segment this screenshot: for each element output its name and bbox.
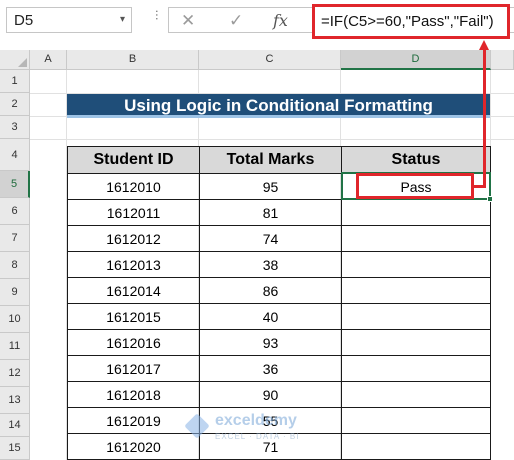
row-header-4[interactable]: 4 bbox=[0, 139, 30, 171]
table-row: 1612018 90 bbox=[67, 381, 491, 408]
fill-handle[interactable] bbox=[487, 196, 493, 202]
watermark-tagline: EXCEL · DATA · BI bbox=[215, 432, 300, 441]
watermark-name: exceldemy bbox=[215, 412, 297, 429]
cell-total-marks[interactable]: 36 bbox=[199, 355, 342, 382]
row-header-12[interactable]: 12 bbox=[0, 360, 30, 387]
cell-student-id[interactable]: 1612016 bbox=[67, 329, 200, 356]
cell-student-id[interactable]: 1612014 bbox=[67, 277, 200, 304]
insert-function-icon[interactable]: fx bbox=[273, 11, 288, 30]
cell-total-marks[interactable]: 86 bbox=[199, 277, 342, 304]
cell-student-id[interactable]: 1612015 bbox=[67, 303, 200, 330]
row-header-15[interactable]: 15 bbox=[0, 437, 30, 460]
formula-text: =IF(C5>=60,"Pass","Fail") bbox=[321, 13, 494, 30]
column-header-a[interactable]: A bbox=[30, 50, 67, 70]
cell-status[interactable] bbox=[341, 303, 491, 330]
cell-status[interactable] bbox=[341, 199, 491, 226]
row-header-1[interactable]: 1 bbox=[0, 70, 30, 93]
cell-student-id[interactable]: 1612020 bbox=[67, 433, 200, 460]
table-row: 1612010 95 Pass bbox=[67, 173, 491, 200]
formula-buttons: ✕ ✓ fx bbox=[168, 7, 308, 33]
cell-student-id[interactable]: 1612013 bbox=[67, 251, 200, 278]
table-row: 1612016 93 bbox=[67, 329, 491, 356]
cell-status[interactable]: Pass bbox=[341, 173, 491, 200]
table-row: 1612014 86 bbox=[67, 277, 491, 304]
sheet-title[interactable]: Using Logic in Conditional Formatting bbox=[67, 94, 490, 118]
column-header-c[interactable]: C bbox=[199, 50, 341, 70]
arrow-up-icon bbox=[479, 40, 489, 50]
table-row: 1612015 40 bbox=[67, 303, 491, 330]
cancel-icon[interactable]: ✕ bbox=[181, 11, 195, 31]
drag-handle-icon[interactable]: ··· bbox=[150, 9, 166, 20]
row-header-10[interactable]: 10 bbox=[0, 306, 30, 333]
header-total-marks[interactable]: Total Marks bbox=[199, 146, 342, 174]
cell-student-id[interactable]: 1612010 bbox=[67, 173, 200, 200]
annotation-arrow-line bbox=[483, 48, 486, 186]
cell-total-marks[interactable]: 95 bbox=[199, 173, 342, 200]
header-student-id[interactable]: Student ID bbox=[67, 146, 200, 174]
column-header-b[interactable]: B bbox=[67, 50, 199, 70]
cell-student-id[interactable]: 1612012 bbox=[67, 225, 200, 252]
select-all-corner[interactable] bbox=[0, 50, 30, 70]
cell-total-marks[interactable]: 38 bbox=[199, 251, 342, 278]
cell-total-marks[interactable]: 40 bbox=[199, 303, 342, 330]
cell-student-id[interactable]: 1612017 bbox=[67, 355, 200, 382]
name-box-value: D5 bbox=[14, 12, 34, 29]
chevron-down-icon[interactable]: ▾ bbox=[120, 14, 125, 25]
cell-status[interactable] bbox=[341, 433, 491, 460]
cell-student-id[interactable]: 1612019 bbox=[67, 407, 200, 434]
column-header-d[interactable]: D bbox=[341, 50, 491, 70]
name-box[interactable]: D5 ▾ bbox=[6, 7, 132, 33]
gridline bbox=[30, 139, 514, 140]
formula-bar: D5 ▾ ··· ✕ ✓ fx =IF(C5>=60,"Pass","Fail"… bbox=[0, 0, 514, 46]
cell-total-marks[interactable]: 81 bbox=[199, 199, 342, 226]
table-row: 1612013 38 bbox=[67, 251, 491, 278]
header-status[interactable]: Status bbox=[341, 146, 491, 174]
exceldemy-logo-icon bbox=[184, 413, 210, 439]
cell-status[interactable] bbox=[341, 225, 491, 252]
cell-status[interactable] bbox=[341, 407, 491, 434]
row-header-11[interactable]: 11 bbox=[0, 333, 30, 360]
cell-total-marks[interactable]: 90 bbox=[199, 381, 342, 408]
enter-icon[interactable]: ✓ bbox=[229, 11, 243, 31]
cell-total-marks[interactable]: 74 bbox=[199, 225, 342, 252]
cell-status[interactable] bbox=[341, 329, 491, 356]
cell-status[interactable] bbox=[341, 355, 491, 382]
cell-status[interactable] bbox=[341, 251, 491, 278]
table-header-row: Student ID Total Marks Status bbox=[67, 146, 491, 174]
row-header-14[interactable]: 14 bbox=[0, 414, 30, 437]
row-header-2[interactable]: 2 bbox=[0, 93, 30, 116]
formula-highlight[interactable]: =IF(C5>=60,"Pass","Fail") bbox=[312, 4, 510, 39]
row-header-13[interactable]: 13 bbox=[0, 387, 30, 414]
watermark-logo: exceldemy EXCEL · DATA · BI bbox=[184, 412, 335, 446]
table-row: 1612011 81 bbox=[67, 199, 491, 226]
table-row: 1612017 36 bbox=[67, 355, 491, 382]
column-header-e[interactable] bbox=[491, 50, 514, 70]
cell-total-marks[interactable]: 93 bbox=[199, 329, 342, 356]
row-header-9[interactable]: 9 bbox=[0, 279, 30, 306]
cell-student-id[interactable]: 1612018 bbox=[67, 381, 200, 408]
row-header-7[interactable]: 7 bbox=[0, 225, 30, 252]
row-header-8[interactable]: 8 bbox=[0, 252, 30, 279]
cell-status[interactable] bbox=[341, 277, 491, 304]
cell-status[interactable] bbox=[341, 381, 491, 408]
cell-student-id[interactable]: 1612011 bbox=[67, 199, 200, 226]
row-header-3[interactable]: 3 bbox=[0, 116, 30, 139]
row-header-6[interactable]: 6 bbox=[0, 198, 30, 225]
table-row: 1612012 74 bbox=[67, 225, 491, 252]
annotation-arrow-line bbox=[474, 185, 486, 188]
row-header-5[interactable]: 5 bbox=[0, 171, 30, 198]
